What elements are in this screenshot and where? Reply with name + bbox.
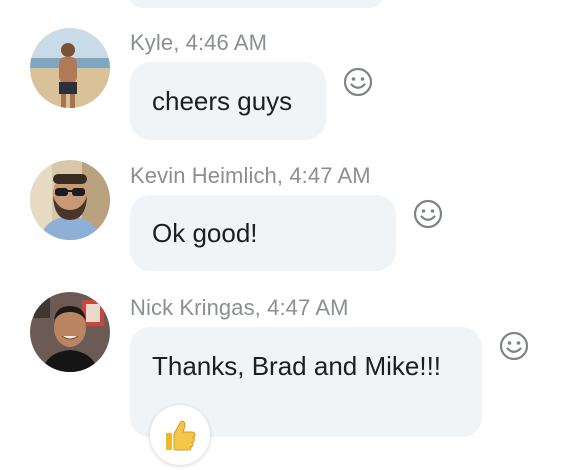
reaction-badge[interactable]: [150, 405, 210, 465]
avatar[interactable]: [30, 292, 110, 372]
message-text: Thanks, Brad and Mike!!!: [152, 351, 442, 381]
message-text: Ok good!: [152, 217, 258, 248]
avatar-portrait-photo: [30, 160, 110, 240]
thumbs-up-icon: [166, 420, 196, 451]
message-text: cheers guys: [152, 85, 293, 116]
message-meta: Nick Kringas, 4:47 AM: [130, 295, 349, 320]
avatar-beach-photo: [30, 28, 110, 108]
chat-thread: Kyle, 4:46 AM cheers guys Kevin Heimlich…: [0, 0, 572, 470]
smiley-face-icon[interactable]: [342, 66, 374, 98]
avatar-portrait-photo: [30, 292, 110, 372]
smiley-face-icon[interactable]: [412, 198, 444, 230]
message-meta: Kyle, 4:46 AM: [130, 30, 268, 55]
message-bubble[interactable]: cheers guys: [130, 62, 326, 140]
smiley-face-icon[interactable]: [498, 330, 530, 362]
avatar[interactable]: [30, 160, 110, 240]
previous-message-bubble: [130, 0, 382, 8]
message-bubble[interactable]: Ok good!: [130, 195, 396, 271]
message-meta: Kevin Heimlich, 4:47 AM: [130, 163, 371, 188]
avatar[interactable]: [30, 28, 110, 108]
